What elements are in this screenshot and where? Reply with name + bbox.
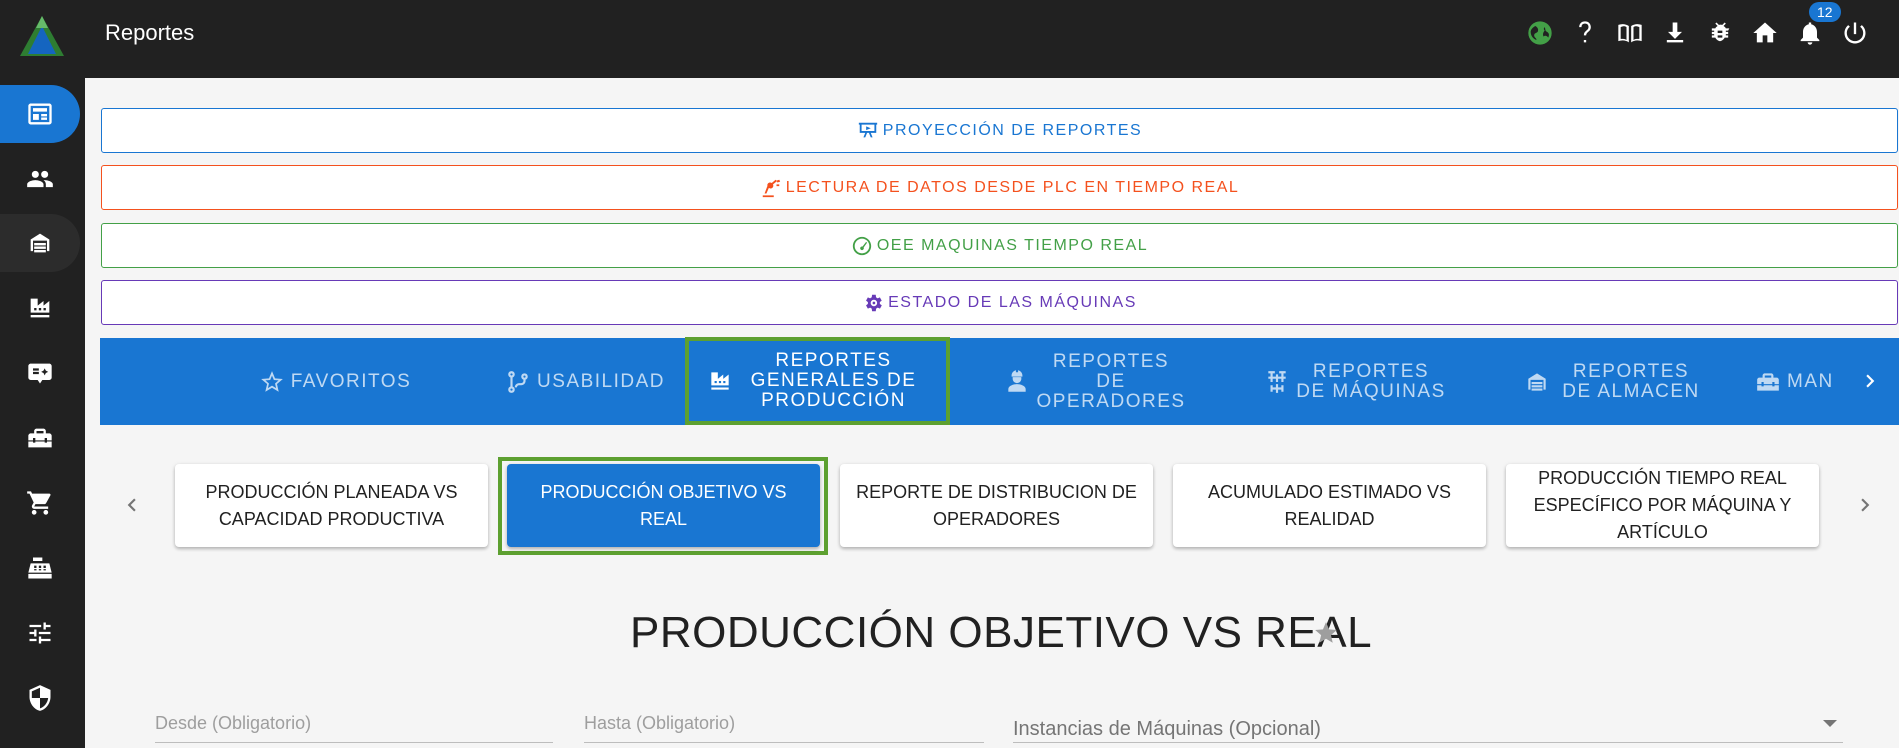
warehouse-icon — [30, 233, 50, 253]
report-card-estimated-vs-reality[interactable]: ACUMULADO ESTIMADO VS REALIDAD — [1173, 464, 1486, 547]
report-card-operators-distribution[interactable]: REPORTE DE DISTRIBUCION DE OPERADORES — [840, 464, 1153, 547]
warehouse-icon — [1528, 372, 1546, 391]
app-title: Reportes — [105, 20, 195, 45]
tab-maintenance[interactable]: MAN — [1755, 338, 1865, 425]
top-app-bar: Reportes 12 — [0, 0, 1899, 78]
oee-realtime-button[interactable]: OEE MAQUINAS TIEMPO REAL — [101, 223, 1898, 268]
tab-favorites-label: FAVORITOS — [290, 370, 412, 392]
worker-icon — [1008, 369, 1026, 392]
sidebar-item-factory[interactable] — [0, 279, 80, 337]
favorite-star-button[interactable] — [1313, 620, 1339, 646]
tab-warehouse-reports[interactable]: REPORTES DE ALMACEN — [1485, 338, 1745, 425]
report-card-realtime-by-machine[interactable]: PRODUCCIÓN TIEMPO REAL ESPECÍFICO POR MÁ… — [1506, 464, 1819, 547]
report-card-objective-vs-real[interactable]: PRODUCCIÓN OBJETIVO VS REAL — [507, 464, 820, 547]
report-card-label: PRODUCCIÓN PLANEADA VS CAPACIDAD PRODUCT… — [205, 481, 458, 529]
to-date-field[interactable]: Hasta (Obligatorio) — [584, 705, 984, 743]
sidebar-item-cash-register[interactable] — [0, 539, 80, 597]
tab-operators-label: REPORTES DE OPERADORES — [1036, 350, 1186, 412]
tab-general-production-label: REPORTES GENERALES DE PRODUCCIÓN — [750, 350, 917, 411]
chevron-right-icon — [1866, 374, 1875, 388]
speedometer-icon — [852, 236, 872, 255]
users-icon — [27, 170, 53, 188]
report-category-tabs: FAVORITOS USABILIDAD REPORTES GENERALES … — [100, 337, 1899, 425]
to-date-placeholder: Hasta (Obligatorio) — [584, 713, 736, 733]
machine-instances-select[interactable]: Instancias de Máquinas (Opcional) — [1013, 705, 1843, 743]
help-icon[interactable] — [1562, 16, 1607, 50]
tab-favorites[interactable]: FAVORITOS — [220, 338, 450, 425]
sidebar-item-security[interactable] — [0, 669, 80, 727]
globe-icon[interactable] — [1517, 16, 1562, 50]
tab-usability-label: USABILIDAD — [537, 370, 665, 392]
cards-prev-button[interactable] — [119, 492, 145, 518]
tab-machines-label: REPORTES DE MÁQUINAS — [1296, 360, 1446, 402]
tab-maintenance-label: MAN — [1787, 370, 1834, 392]
sidebar — [0, 78, 85, 748]
report-card-label: PRODUCCIÓN OBJETIVO VS REAL — [540, 481, 787, 529]
sliders-icon — [29, 622, 51, 644]
download-icon[interactable] — [1652, 16, 1697, 50]
machine-icon — [1268, 370, 1286, 393]
plc-realtime-label: LECTURA DE DATOS DESDE PLC EN TIEMPO REA… — [785, 178, 1240, 196]
sidebar-item-badge[interactable] — [0, 344, 80, 402]
sidebar-item-toolbox[interactable] — [0, 409, 80, 467]
star-outline-icon — [260, 370, 283, 392]
newspaper-icon — [28, 103, 52, 125]
dropdown-arrow-icon — [1823, 720, 1837, 727]
toolbox-icon — [28, 428, 52, 448]
app-logo[interactable] — [18, 14, 66, 58]
presentation-icon — [858, 122, 877, 137]
robot-arm-icon — [762, 179, 780, 197]
sidebar-item-warehouse[interactable] — [0, 214, 80, 272]
tab-warehouse-label: REPORTES DE ALMACEN — [1562, 360, 1700, 402]
cards-next-button[interactable] — [1852, 492, 1878, 518]
cash-register-icon — [28, 557, 52, 579]
tab-machines-reports[interactable]: REPORTES DE MÁQUINAS — [1225, 338, 1485, 425]
bug-icon[interactable] — [1697, 16, 1742, 50]
badge-card-icon — [28, 363, 52, 384]
gear-icon — [866, 294, 882, 311]
shield-icon — [29, 685, 51, 711]
sidebar-item-settings[interactable] — [0, 604, 80, 662]
from-date-placeholder: Desde (Obligatorio) — [155, 713, 312, 733]
star-icon — [1315, 622, 1337, 643]
oee-realtime-label: OEE MAQUINAS TIEMPO REAL — [876, 236, 1149, 254]
machine-instances-placeholder: Instancias de Máquinas (Opcional) — [1013, 718, 1321, 740]
tab-operators-reports[interactable]: REPORTES DE OPERADORES — [965, 338, 1225, 425]
top-actions: 12 — [1517, 2, 1877, 50]
sidebar-item-reports[interactable] — [0, 85, 80, 143]
report-card-label: PRODUCCIÓN TIEMPO REAL ESPECÍFICO POR MÁ… — [1533, 468, 1792, 542]
power-icon[interactable] — [1832, 16, 1877, 50]
from-date-field[interactable]: Desde (Obligatorio) — [155, 705, 553, 743]
chevron-left-icon — [127, 498, 136, 512]
toolbox-icon — [1757, 372, 1779, 391]
book-icon[interactable] — [1607, 16, 1652, 50]
machines-state-button[interactable]: ESTADO DE LAS MÁQUINAS — [101, 280, 1898, 325]
machines-state-label: ESTADO DE LAS MÁQUINAS — [888, 293, 1137, 311]
home-icon[interactable] — [1742, 16, 1787, 50]
plc-realtime-button[interactable]: LECTURA DE DATOS DESDE PLC EN TIEMPO REA… — [101, 165, 1898, 210]
projection-reports-button[interactable]: PROYECCIÓN DE REPORTES — [101, 108, 1898, 153]
sidebar-item-users[interactable] — [0, 150, 80, 208]
tab-general-production-reports[interactable]: REPORTES GENERALES DE PRODUCCIÓN — [685, 337, 950, 425]
page-title: PRODUCCIÓN OBJETIVO VS REAL — [630, 608, 1373, 657]
report-card-label: ACUMULADO ESTIMADO VS REALIDAD — [1207, 481, 1452, 529]
sidebar-item-cart[interactable] — [0, 474, 80, 532]
tab-usability[interactable]: USABILIDAD — [470, 338, 700, 425]
factory-icon — [30, 298, 50, 318]
cart-icon — [27, 491, 51, 515]
source-branch-icon — [508, 370, 528, 393]
report-card-planned-vs-capacity[interactable]: PRODUCCIÓN PLANEADA VS CAPACIDAD PRODUCT… — [175, 464, 488, 547]
report-card-label: REPORTE DE DISTRIBUCION DE OPERADORES — [856, 481, 1137, 529]
factory-icon — [710, 372, 729, 390]
bell-icon[interactable]: 12 — [1787, 2, 1841, 50]
projection-reports-label: PROYECCIÓN DE REPORTES — [882, 121, 1143, 139]
chevron-right-icon — [1861, 498, 1870, 512]
tabs-next-button[interactable] — [1857, 368, 1883, 394]
